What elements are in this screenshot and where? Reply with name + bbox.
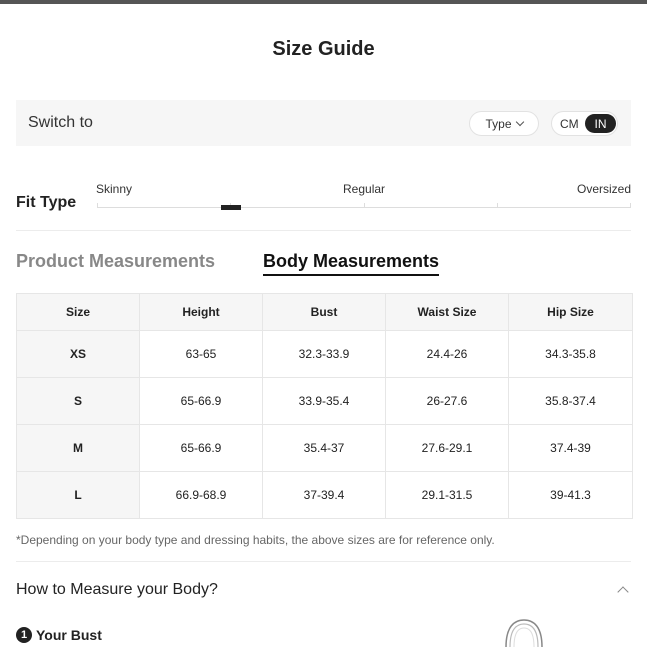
- fit-scale-tick: [97, 203, 98, 208]
- chevron-down-icon: [515, 117, 524, 126]
- height-cell: 66.9-68.9: [139, 471, 263, 519]
- tab-product-measurements[interactable]: Product Measurements: [16, 251, 215, 272]
- fit-option-oversized: Oversized: [577, 182, 632, 196]
- size-table: Size Height Bust Waist Size Hip Size XS …: [16, 293, 633, 519]
- height-cell: 63-65: [139, 330, 263, 378]
- tab-body-measurements[interactable]: Body Measurements: [263, 251, 439, 272]
- reference-note: *Depending on your body type and dressin…: [16, 533, 495, 547]
- switch-label: Switch to: [28, 114, 93, 131]
- header-size: Size: [16, 293, 140, 331]
- bust-cell: 35.4-37: [262, 424, 386, 472]
- fit-option-regular: Regular: [343, 182, 386, 196]
- table-row: S 65-66.9 33.9-35.4 26-27.6 35.8-37.4: [16, 377, 633, 425]
- table-header-row: Size Height Bust Waist Size Hip Size: [16, 293, 633, 331]
- how-to-measure-heading[interactable]: How to Measure your Body?: [16, 581, 218, 599]
- bust-cell: 32.3-33.9: [262, 330, 386, 378]
- switch-bar: Switch to Type CM IN: [16, 100, 631, 146]
- step-your-bust: 1 Your Bust: [16, 627, 102, 643]
- divider: [16, 561, 631, 562]
- table-row: M 65-66.9 35.4-37 27.6-29.1 37.4-39: [16, 424, 633, 472]
- height-cell: 65-66.9: [139, 424, 263, 472]
- waist-cell: 27.6-29.1: [385, 424, 509, 472]
- hip-cell: 39-41.3: [508, 471, 633, 519]
- height-cell: 65-66.9: [139, 377, 263, 425]
- size-cell: M: [16, 424, 140, 472]
- header-hip-size: Hip Size: [508, 293, 633, 331]
- step-title: Your Bust: [36, 627, 102, 643]
- active-tab-underline: [263, 274, 439, 276]
- hip-cell: 34.3-35.8: [508, 330, 633, 378]
- header-bust: Bust: [262, 293, 386, 331]
- hip-cell: 35.8-37.4: [508, 377, 633, 425]
- type-dropdown-button[interactable]: Type: [469, 111, 539, 136]
- hip-cell: 37.4-39: [508, 424, 633, 472]
- chevron-up-icon[interactable]: [617, 586, 629, 598]
- fit-scale-tick: [364, 203, 365, 208]
- waist-cell: 29.1-31.5: [385, 471, 509, 519]
- size-cell: S: [16, 377, 140, 425]
- waist-cell: 24.4-26: [385, 330, 509, 378]
- header-height: Height: [139, 293, 263, 331]
- unit-toggle[interactable]: CM IN: [551, 111, 618, 136]
- bust-cell: 37-39.4: [262, 471, 386, 519]
- unit-in-option[interactable]: IN: [585, 114, 616, 133]
- size-cell: XS: [16, 330, 140, 378]
- fit-scale-tick: [630, 203, 631, 208]
- size-cell: L: [16, 471, 140, 519]
- fit-type-label: Fit Type: [16, 194, 77, 211]
- unit-cm-option[interactable]: CM: [560, 117, 579, 131]
- table-row: XS 63-65 32.3-33.9 24.4-26 34.3-35.8: [16, 330, 633, 378]
- top-bar: [0, 0, 647, 4]
- table-row: L 66.9-68.9 37-39.4 29.1-31.5 39-41.3: [16, 471, 633, 519]
- page-title: Size Guide: [272, 38, 375, 60]
- step-number-badge: 1: [16, 627, 32, 643]
- fit-scale-tick: [497, 203, 498, 208]
- bust-cell: 33.9-35.4: [262, 377, 386, 425]
- divider: [16, 230, 631, 231]
- waist-cell: 26-27.6: [385, 377, 509, 425]
- type-dropdown-label: Type: [485, 116, 512, 131]
- header-waist-size: Waist Size: [385, 293, 509, 331]
- fit-option-skinny: Skinny: [96, 182, 133, 196]
- fit-scale-marker: [220, 205, 241, 210]
- body-figure-icon: [505, 619, 543, 647]
